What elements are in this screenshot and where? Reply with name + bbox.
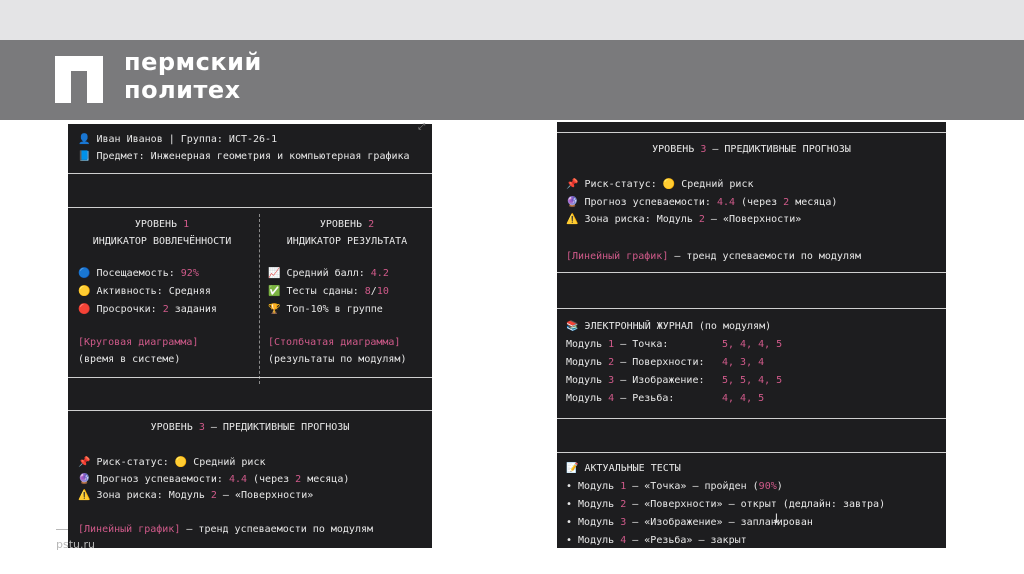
journal-title: 📚 ЭЛЕКТРОННЫЙ ЖУРНАЛ (по модулям) (566, 321, 772, 332)
yellow-circle-icon: 🟡 (78, 286, 91, 297)
column-divider (259, 214, 261, 384)
level3-title: УРОВЕНЬ 3 — ПРЕДИКТИВНЫЕ ПРОГНОЗЫ (150, 422, 350, 433)
crystal-ball-icon: 🔮 (78, 474, 91, 485)
footer-site: pstu.ru (56, 538, 95, 551)
scroll-down-icon[interactable]: ↓ (771, 512, 787, 528)
test-row: • Модуль 2 — «Поверхности» — открыт (дед… (566, 499, 886, 510)
divider (557, 418, 946, 419)
yellow-circle-icon: 🟡 (662, 179, 676, 190)
divider (557, 308, 946, 309)
top-line: 🏆 Топ-10% в группе (268, 304, 383, 315)
forecast-line: 🔮 Прогноз успеваемости: 4.4 (через 2 мес… (78, 474, 350, 485)
tests-title: 📝 АКТУАЛЬНЫЕ ТЕСТЫ (566, 463, 681, 474)
footer-divider (56, 529, 68, 530)
red-circle-icon: 🔴 (78, 304, 91, 315)
memo-icon: 📝 (566, 463, 579, 474)
divider (557, 452, 946, 453)
logo-line-1: пермский (124, 48, 262, 76)
user-line: 👤 Иван Иванов | Группа: ИСТ-26-1 (78, 134, 278, 145)
pin-icon: 📌 (566, 179, 579, 190)
avg-grade-line: 📈 Средний балл: 4.2 (268, 268, 389, 279)
risk-status-line: 📌 Риск-статус: 🟡 Средний риск (78, 457, 266, 468)
level1-subtitle: ИНДИКАТОР ВОВЛЕЧЁННОСТИ (92, 236, 232, 247)
divider (557, 132, 946, 133)
logo-text: пермский политех (124, 48, 262, 104)
divider (68, 207, 432, 208)
expand-icon[interactable]: ⤢ (418, 122, 425, 132)
book-icon: 📘 (78, 151, 91, 162)
risk-zone-line: ⚠️ Зона риска: Модуль 2 — «Поверхности» (566, 214, 802, 225)
line-chart-link[interactable]: [Линейный график] (566, 251, 668, 262)
divider (68, 410, 432, 411)
top-bar (0, 0, 1024, 40)
line-chart-line: [Линейный график] — тренд успеваемости п… (78, 524, 374, 535)
line-chart-line: [Линейный график] — тренд успеваемости п… (566, 251, 862, 262)
level2-title: УРОВЕНЬ 2 (319, 219, 375, 230)
level2-subtitle: ИНДИКАТОР РЕЗУЛЬТАТА (286, 236, 408, 247)
chart-up-icon: 📈 (268, 268, 281, 279)
risk-status-line: 📌 Риск-статус: 🟡 Средний риск (566, 179, 754, 190)
line-chart-link[interactable]: [Линейный график] (78, 524, 180, 535)
pin-icon: 📌 (78, 457, 91, 468)
bar-chart-link[interactable]: [Столбчатая диаграмма] (268, 337, 400, 349)
overdue-line: 🔴 Просрочки: 2 задания (78, 304, 217, 315)
yellow-circle-icon: 🟡 (174, 457, 188, 468)
test-row: • Модуль 1 — «Точка» — пройден (90%) (566, 481, 783, 492)
right-terminal-panel: УРОВЕНЬ 3 — ПРЕДИКТИВНЫЕ ПРОГНОЗЫ 📌 Риск… (557, 122, 946, 548)
logo-icon (55, 56, 103, 103)
logo-line-2: политех (124, 76, 241, 104)
level3-title: УРОВЕНЬ 3 — ПРЕДИКТИВНЫЕ ПРОГНОЗЫ (652, 144, 851, 155)
bar-chart-caption: (результаты по модулям) (268, 354, 407, 365)
journal-row: Модуль 1 — Точка: 5, 4, 4, 5 (566, 339, 783, 350)
warning-icon: ⚠️ (566, 214, 579, 225)
subject-line: 📘 Предмет: Инженерная геометрия и компью… (78, 151, 410, 162)
journal-row: Модуль 3 — Изображение: 5, 5, 4, 5 (566, 375, 783, 386)
forecast-line: 🔮 Прогноз успеваемости: 4.4 (через 2 мес… (566, 197, 838, 208)
journal-row: Модуль 4 — Резьба: 4, 4, 5 (566, 393, 765, 404)
crystal-ball-icon: 🔮 (566, 197, 579, 208)
divider (68, 377, 432, 378)
divider (557, 272, 946, 273)
activity-line: 🟡 Активность: Средняя (78, 286, 211, 297)
level1-title: УРОВЕНЬ 1 (134, 219, 190, 230)
pie-chart-caption: (время в системе) (78, 354, 181, 365)
blue-circle-icon: 🔵 (78, 268, 91, 279)
user-icon: 👤 (78, 134, 91, 145)
check-icon: ✅ (268, 286, 281, 297)
trophy-icon: 🏆 (268, 304, 281, 315)
attendance-line: 🔵 Посещаемость: 92% (78, 268, 199, 279)
test-row: • Модуль 4 — «Резьба» — закрыт (566, 535, 747, 546)
journal-row: Модуль 2 — Поверхности: 4, 3, 4 (566, 357, 765, 368)
pie-chart-link[interactable]: [Круговая диаграмма] (78, 337, 198, 349)
risk-zone-line: ⚠️ Зона риска: Модуль 2 — «Поверхности» (78, 490, 314, 501)
divider (68, 173, 432, 174)
warning-icon: ⚠️ (78, 490, 91, 501)
left-terminal-panel: 👤 Иван Иванов | Группа: ИСТ-26-1 📘 Предм… (68, 124, 432, 548)
tests-passed-line: ✅ Тесты сданы: 8/10 (268, 286, 389, 297)
books-icon: 📚 (566, 321, 579, 332)
